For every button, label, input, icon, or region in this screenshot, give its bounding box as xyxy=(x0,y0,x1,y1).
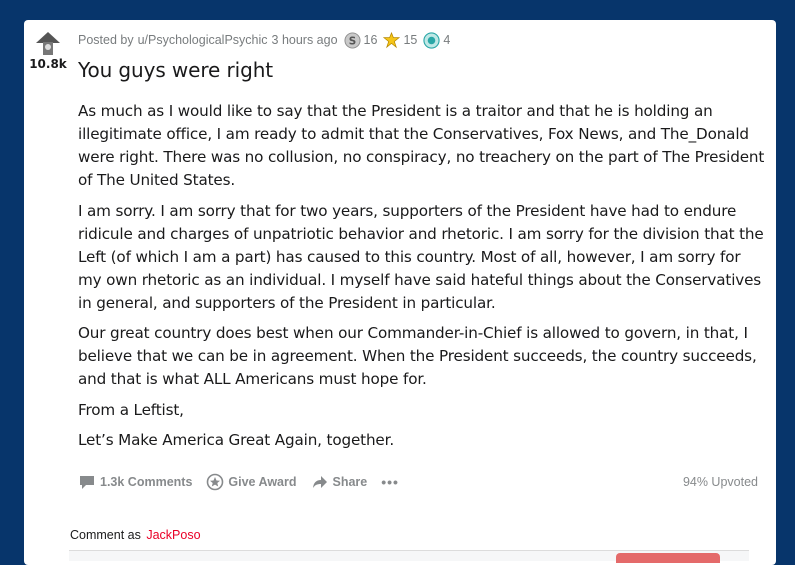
posted-by-label: Posted by xyxy=(78,33,134,47)
award-count: 4 xyxy=(443,33,451,47)
award-count: 15 xyxy=(403,33,418,47)
give-award-label: Give Award xyxy=(228,475,297,489)
comments-label: 1.3k Comments xyxy=(100,475,193,489)
comment-submit-button[interactable] xyxy=(616,553,720,563)
comment-username[interactable]: JackPoso xyxy=(146,528,200,542)
post-actions: 1.3k Comments Give Award Share ••• 94% U… xyxy=(78,470,758,494)
share-label: Share xyxy=(332,475,368,489)
post-body: As much as I would like to say that the … xyxy=(78,100,768,460)
gold-award-icon xyxy=(383,31,401,48)
body-paragraph: Let’s Make America Great Again, together… xyxy=(78,431,395,449)
award-silver[interactable]: S 16 xyxy=(344,31,378,49)
post-time[interactable]: 3 hours ago xyxy=(272,33,338,47)
award-gold[interactable]: 15 xyxy=(383,31,418,49)
vote-column: 10.8k xyxy=(24,30,72,71)
award-platinum[interactable]: 4 xyxy=(423,31,451,49)
svg-text:S: S xyxy=(348,35,355,47)
upvoted-ratio: 94% Upvoted xyxy=(682,475,758,489)
platinum-award-icon xyxy=(423,31,440,49)
award-count: 16 xyxy=(363,33,378,47)
post-title[interactable]: You guys were right xyxy=(78,58,273,82)
body-paragraph: As much as I would like to say that the … xyxy=(78,102,765,189)
comment-icon xyxy=(80,476,94,489)
comments-button[interactable]: 1.3k Comments xyxy=(78,473,192,491)
post-card: 10.8k Posted by u/PsychologicalPsychic 3… xyxy=(24,20,776,565)
comment-as: Comment as JackPoso xyxy=(70,528,201,542)
author-link[interactable]: u/PsychologicalPsychic xyxy=(138,33,268,47)
comment-as-label: Comment as xyxy=(70,528,141,542)
vote-score: 10.8k xyxy=(29,57,67,71)
upvote-icon[interactable] xyxy=(34,30,62,58)
award-icon xyxy=(207,473,224,491)
more-options-button[interactable]: ••• xyxy=(381,474,399,490)
silver-award-icon: S xyxy=(344,31,361,49)
body-paragraph: From a Leftist, xyxy=(78,400,184,419)
share-button[interactable]: Share xyxy=(311,473,368,491)
body-paragraph: I am sorry. I am sorry that for two year… xyxy=(78,201,764,312)
post-meta: Posted by u/PsychologicalPsychic 3 hours… xyxy=(78,31,450,49)
body-paragraph: Our great country does best when our Com… xyxy=(78,324,757,388)
share-icon xyxy=(312,476,327,488)
give-award-button[interactable]: Give Award xyxy=(206,473,297,491)
